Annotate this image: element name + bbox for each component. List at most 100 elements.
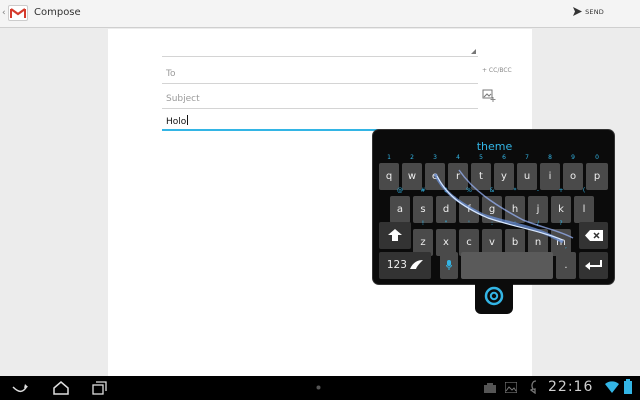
key-hint: $ xyxy=(444,187,448,194)
key-label: z xyxy=(420,237,426,248)
key-label: p xyxy=(593,171,601,182)
page-title: Compose xyxy=(34,7,81,18)
key-o[interactable]: 9o xyxy=(563,154,583,190)
key-label: r xyxy=(455,171,461,182)
key-label: u xyxy=(523,171,531,182)
clock: 22:16 xyxy=(548,379,594,395)
numbers-key-label: 123 xyxy=(386,259,407,271)
key-e[interactable]: 3e xyxy=(425,154,445,190)
key-f[interactable]: % f xyxy=(459,187,479,223)
key-h[interactable]: * h xyxy=(505,187,525,223)
key-w[interactable]: 2w xyxy=(402,154,422,190)
key-label: g xyxy=(488,204,496,215)
key-hint: 3 xyxy=(433,154,437,161)
key-label: t xyxy=(479,171,483,182)
shift-key[interactable] xyxy=(379,222,411,249)
body-field[interactable]: Holo xyxy=(162,109,432,131)
key-label: i xyxy=(548,171,552,182)
key-label: v xyxy=(489,237,495,248)
key-hint: 2 xyxy=(410,154,414,161)
key-d[interactable]: $ d xyxy=(436,187,456,223)
key-hint: - xyxy=(536,187,540,194)
key-hint: % xyxy=(466,187,472,194)
key-label: q xyxy=(385,171,393,182)
send-label: SEND xyxy=(585,7,604,16)
key-q[interactable]: 1q xyxy=(379,154,399,190)
sync-icon xyxy=(530,380,537,394)
key-u[interactable]: 7u xyxy=(517,154,537,190)
key-r[interactable]: 4r xyxy=(448,154,468,190)
back-chevron-icon[interactable]: ‹ xyxy=(2,8,6,18)
cc-bcc-button[interactable]: + CC/BCC xyxy=(482,67,512,74)
key-hint: " xyxy=(444,220,448,227)
backspace-key[interactable] xyxy=(579,222,608,249)
key-t[interactable]: 5t xyxy=(471,154,491,190)
key-hint: ! xyxy=(421,220,425,227)
system-bar: 22:16 xyxy=(0,376,640,400)
subject-field[interactable]: Subject xyxy=(162,87,478,109)
key-k[interactable]: + k xyxy=(551,187,571,223)
attach-picture-icon[interactable] xyxy=(482,89,496,103)
body-text: Holo xyxy=(166,117,187,127)
key-label: y xyxy=(501,171,507,182)
key-hint: 8 xyxy=(548,154,552,161)
backspace-icon xyxy=(584,230,603,241)
key-g[interactable]: & g xyxy=(482,187,502,223)
key-hint: , xyxy=(565,243,567,250)
gmail-logo-icon[interactable] xyxy=(8,5,28,21)
to-field[interactable]: To xyxy=(162,62,478,84)
key-label: a xyxy=(396,204,404,215)
key-hint: ; xyxy=(513,220,517,227)
key-a[interactable]: @ a xyxy=(390,187,410,223)
text-caret xyxy=(187,115,189,125)
enter-icon xyxy=(584,260,602,270)
space-key[interactable] xyxy=(461,252,553,279)
key-label: d xyxy=(442,204,450,215)
key-l[interactable]: (l xyxy=(574,187,594,223)
key-hint: ? xyxy=(559,220,563,227)
key-hint: # xyxy=(420,187,426,194)
key-y[interactable]: 6y xyxy=(494,154,514,190)
key-hint: 9 xyxy=(571,154,575,161)
key-label: n xyxy=(534,237,542,248)
key-hint: ( xyxy=(582,187,586,194)
battery-icon xyxy=(624,379,632,394)
from-account-spinner[interactable] xyxy=(162,33,478,57)
back-icon[interactable] xyxy=(11,381,29,395)
menu-dot-icon[interactable] xyxy=(316,385,321,390)
key-label: l xyxy=(582,204,586,215)
action-bar: ‹ Compose SEND xyxy=(0,0,640,28)
numbers-symbols-key[interactable]: 123 xyxy=(379,252,431,279)
swype-logo-icon xyxy=(484,286,504,306)
key-j[interactable]: -j xyxy=(528,187,548,223)
recent-apps-icon[interactable] xyxy=(92,381,108,395)
key-hint: ' xyxy=(468,220,470,227)
key-hint: 0 xyxy=(595,154,599,161)
mic-key[interactable] xyxy=(440,252,458,279)
key-label: b xyxy=(511,237,519,248)
send-button[interactable]: SEND xyxy=(573,7,604,16)
enter-key[interactable] xyxy=(579,252,608,279)
key-hint: : xyxy=(490,220,494,227)
key-label: e xyxy=(431,171,439,182)
key-label: h xyxy=(511,204,519,215)
key-hint: 1 xyxy=(387,154,391,161)
home-icon[interactable] xyxy=(52,381,70,395)
key-label: w xyxy=(407,171,417,182)
microphone-icon xyxy=(446,260,452,270)
subject-placeholder: Subject xyxy=(166,94,200,104)
key-i[interactable]: 8i xyxy=(540,154,560,190)
key-label: x xyxy=(443,237,449,248)
key-label: o xyxy=(569,171,577,182)
key-s[interactable]: # s xyxy=(413,187,433,223)
swype-tab[interactable] xyxy=(475,282,513,314)
spinner-triangle-icon xyxy=(471,49,476,54)
period-key[interactable]: ,. xyxy=(556,243,576,279)
key-p[interactable]: 0p xyxy=(586,154,608,190)
key-label: j xyxy=(536,204,540,215)
key-hint: + xyxy=(558,187,564,194)
key-label: c xyxy=(466,237,472,248)
key-hint: 6 xyxy=(502,154,506,161)
key-hint: @ xyxy=(397,187,403,194)
key-hint: & xyxy=(489,187,495,194)
